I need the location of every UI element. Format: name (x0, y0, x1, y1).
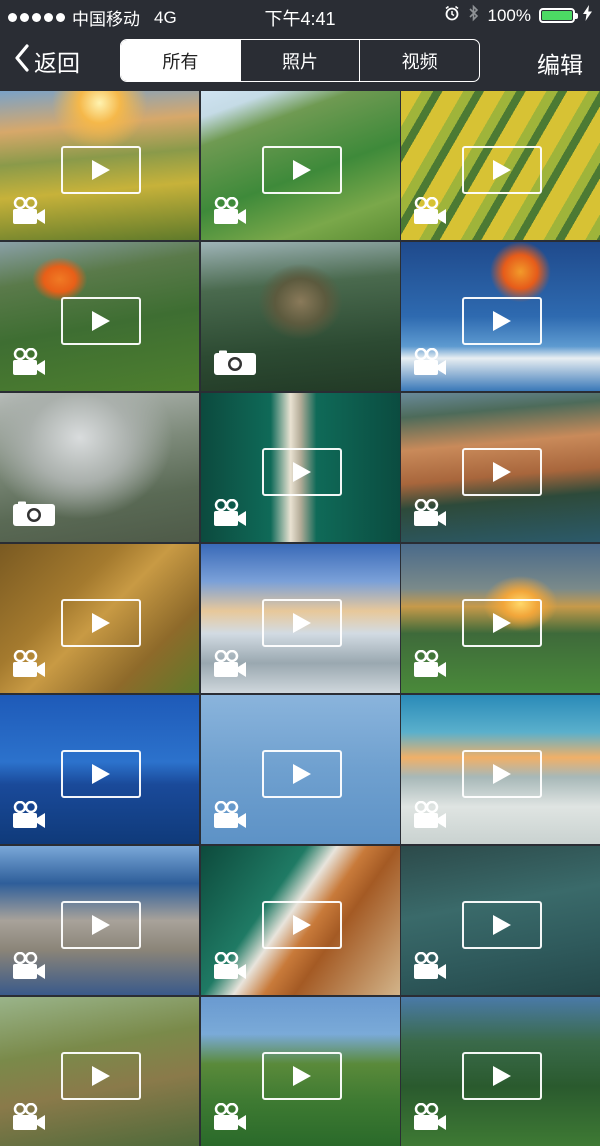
play-icon[interactable] (261, 1052, 342, 1100)
media-thumbnail-video[interactable] (200, 544, 400, 693)
media-thumbnail-video[interactable] (0, 997, 199, 1146)
play-icon[interactable] (462, 1052, 542, 1100)
media-thumbnail-video[interactable] (401, 242, 600, 391)
play-icon[interactable] (261, 599, 342, 647)
media-thumbnail-video[interactable] (401, 997, 600, 1146)
media-thumbnail-photo[interactable] (0, 393, 199, 542)
video-camera-icon (213, 649, 247, 683)
chevron-left-icon (14, 44, 30, 78)
video-camera-icon (213, 800, 247, 834)
back-label: 返回 (34, 50, 80, 76)
battery-percent: 100% (487, 5, 531, 25)
status-bar: 中国移动 4G 下午4:41 100% (0, 0, 600, 30)
video-camera-icon (12, 951, 46, 985)
back-button[interactable]: 返回 (14, 44, 80, 78)
media-thumbnail-video[interactable] (0, 91, 199, 240)
video-camera-icon (12, 1102, 46, 1136)
play-icon[interactable] (261, 448, 342, 496)
media-thumbnail-video[interactable] (200, 393, 400, 542)
media-thumbnail-video[interactable] (401, 91, 600, 240)
play-icon[interactable] (61, 1052, 141, 1100)
media-thumbnail-video[interactable] (0, 544, 199, 693)
video-camera-icon (213, 1102, 247, 1136)
tab-all-label: 所有 (162, 51, 199, 72)
video-camera-icon (213, 196, 247, 230)
play-icon[interactable] (462, 750, 542, 798)
play-icon[interactable] (261, 901, 342, 949)
tab-photos[interactable]: 照片 (239, 40, 360, 81)
video-camera-icon (413, 196, 447, 230)
media-thumbnail-video[interactable] (200, 997, 400, 1146)
play-icon[interactable] (61, 750, 141, 798)
tab-videos-label: 视频 (401, 51, 438, 72)
play-icon[interactable] (61, 297, 141, 345)
battery-icon (539, 8, 578, 23)
bolt-icon (583, 5, 592, 26)
video-camera-icon (413, 1102, 447, 1136)
play-icon[interactable] (462, 901, 542, 949)
media-thumbnail-video[interactable] (401, 846, 600, 995)
play-icon[interactable] (462, 448, 542, 496)
play-icon[interactable] (61, 901, 141, 949)
play-icon[interactable] (462, 599, 542, 647)
media-thumbnail-video[interactable] (0, 695, 199, 844)
tab-all[interactable]: 所有 (121, 40, 240, 81)
play-icon[interactable] (261, 146, 342, 194)
video-camera-icon (413, 649, 447, 683)
bluetooth-icon (468, 4, 480, 27)
video-camera-icon (12, 649, 46, 683)
video-camera-icon (12, 347, 46, 381)
tab-videos[interactable]: 视频 (359, 40, 479, 81)
camera-icon (213, 350, 257, 381)
nav-bar: 返回 所有 照片 视频 编辑 (0, 30, 600, 90)
edit-button[interactable]: 编辑 (537, 46, 583, 80)
media-thumbnail-video[interactable] (401, 544, 600, 693)
media-thumbnail-video[interactable] (0, 846, 199, 995)
video-camera-icon (413, 347, 447, 381)
play-icon[interactable] (462, 146, 542, 194)
play-icon[interactable] (462, 297, 542, 345)
play-icon[interactable] (261, 750, 342, 798)
video-camera-icon (12, 196, 46, 230)
media-thumbnail-photo[interactable] (200, 242, 400, 391)
media-thumbnail-video[interactable] (200, 91, 400, 240)
status-bar-right: 100% (444, 4, 592, 27)
media-thumbnail-video[interactable] (401, 393, 600, 542)
video-camera-icon (413, 800, 447, 834)
video-camera-icon (213, 951, 247, 985)
media-thumbnail-video[interactable] (200, 846, 400, 995)
alarm-icon (444, 5, 460, 26)
camera-icon (12, 501, 56, 532)
media-grid (0, 91, 600, 1146)
tab-photos-label: 照片 (282, 51, 318, 72)
play-icon[interactable] (61, 599, 141, 647)
media-thumbnail-video[interactable] (401, 695, 600, 844)
video-camera-icon (12, 800, 46, 834)
play-icon[interactable] (61, 146, 141, 194)
media-thumbnail-video[interactable] (200, 695, 400, 844)
video-camera-icon (213, 498, 247, 532)
media-filter-segmented-control: 所有 照片 视频 (120, 39, 480, 82)
video-camera-icon (413, 498, 447, 532)
media-thumbnail-video[interactable] (0, 242, 199, 391)
video-camera-icon (413, 951, 447, 985)
